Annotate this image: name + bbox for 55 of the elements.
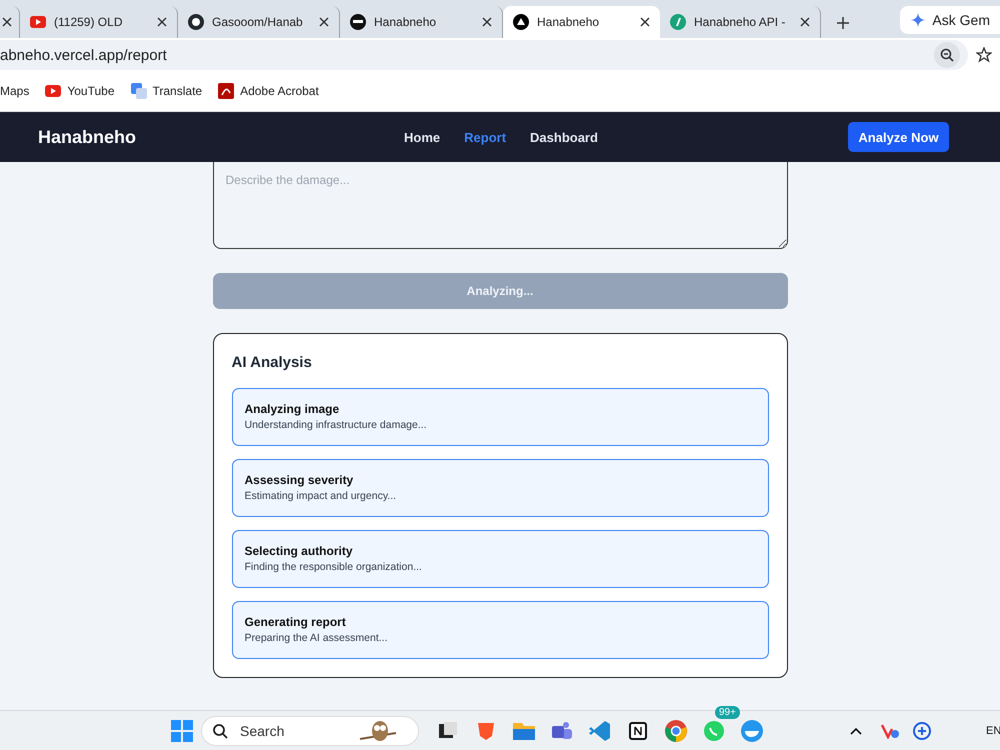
nav-link[interactable]: Home xyxy=(404,130,440,144)
bookmark-link[interactable]: Adobe Acrobat xyxy=(218,82,319,98)
tab-title: Gasooom/Hanab xyxy=(212,15,304,29)
notebook-icon xyxy=(628,720,648,740)
search-input[interactable]: Search xyxy=(238,722,348,740)
close-icon[interactable] xyxy=(800,17,810,27)
tab-title: Hanabneho xyxy=(537,15,600,29)
notification-badge: 99+ xyxy=(715,706,740,718)
brand-name: Hanabneho xyxy=(38,126,136,148)
tab-title: (11259) OLD xyxy=(54,15,124,29)
pdf-icon xyxy=(218,82,234,98)
video-icon xyxy=(45,82,62,98)
nav-link[interactable]: Report xyxy=(464,130,506,144)
card-title: AI Analysis xyxy=(232,354,313,371)
ask-button[interactable]: Ask Gem xyxy=(900,6,1000,34)
step-title: Selecting authority xyxy=(244,544,354,558)
close-icon[interactable] xyxy=(482,17,492,27)
tab-title: Hanabneho xyxy=(374,15,438,29)
step-title: Assessing severity xyxy=(244,473,354,487)
step-detail: Finding the responsible organization... xyxy=(244,561,423,573)
owl-icon xyxy=(358,718,398,742)
new-tab-icon[interactable] xyxy=(837,17,849,29)
search-bar[interactable]: Search xyxy=(201,716,419,746)
translate-icon xyxy=(130,82,146,98)
browser-icon xyxy=(664,718,688,742)
url-text: abneho.vercel.app/report xyxy=(0,46,168,64)
step-title: Generating report xyxy=(244,615,347,629)
language-label: EN xyxy=(986,724,1000,736)
step-detail: Preparing the AI assessment... xyxy=(244,632,388,644)
bookmark-link[interactable]: Translate xyxy=(130,82,202,98)
browser-tab[interactable]: Hanabneho xyxy=(503,6,660,38)
zoom-icon[interactable] xyxy=(934,42,960,68)
nav-link[interactable]: Dashboard xyxy=(530,130,598,144)
close-icon[interactable] xyxy=(640,17,650,27)
teams-icon xyxy=(550,720,574,742)
step-detail: Understanding infrastructure damage... xyxy=(244,419,428,431)
windows-icon xyxy=(170,718,194,742)
close-icon[interactable] xyxy=(157,17,167,27)
search-icon xyxy=(212,722,228,738)
bookmark-link[interactable]: Maps xyxy=(0,84,30,98)
step-title: Analyzing image xyxy=(244,402,340,416)
sparkle-icon xyxy=(910,12,926,28)
video-icon xyxy=(30,14,46,30)
analyze-button[interactable]: Analyze Now xyxy=(848,122,949,152)
close-icon[interactable] xyxy=(319,17,329,27)
shield-icon xyxy=(881,722,899,738)
description-field[interactable]: Describe the damage... xyxy=(212,162,788,249)
close-icon[interactable] xyxy=(2,17,12,27)
step-detail: Estimating impact and urgency... xyxy=(244,490,398,502)
bookmark-link[interactable]: YouTube xyxy=(45,82,114,98)
plus-circle-icon xyxy=(913,722,931,740)
star-icon[interactable] xyxy=(976,47,992,63)
code-icon xyxy=(589,720,611,742)
address-bar[interactable]: abneho.vercel.app/report xyxy=(0,40,968,70)
tab-title: Hanabneho API - xyxy=(694,15,786,29)
